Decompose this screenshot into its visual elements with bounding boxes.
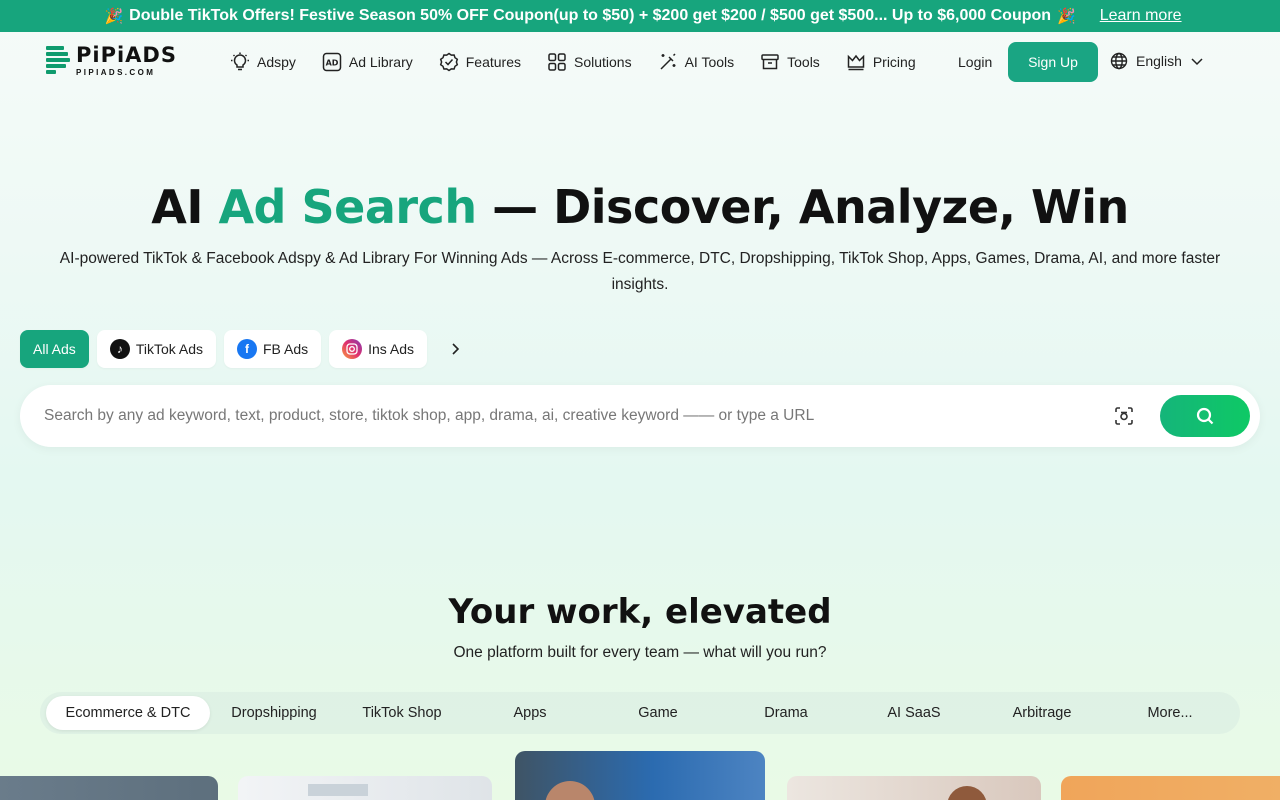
facebook-icon: f xyxy=(236,339,257,359)
preview-card-image[interactable] xyxy=(0,776,218,800)
segment-label: Drama xyxy=(764,705,808,721)
segment-arbitrage[interactable]: Arbitrage xyxy=(978,696,1106,730)
chevron-right-icon[interactable] xyxy=(447,341,463,357)
nav-label: Ad Library xyxy=(348,54,413,70)
preview-card-image[interactable] xyxy=(238,776,492,800)
nav-label: AI Tools xyxy=(684,54,735,70)
party-popper-icon: 🎉 xyxy=(1057,8,1076,25)
instagram-icon xyxy=(342,339,363,359)
party-popper-icon: 🎉 xyxy=(104,8,124,25)
tab-fb-ads[interactable]: f FB Ads xyxy=(223,330,322,368)
tab-label: Ins Ads xyxy=(368,341,415,357)
segment-game[interactable]: Game xyxy=(594,696,722,730)
ad-type-tabs: All Ads ♪ TikTok Ads f FB Ads Ins Ads xyxy=(20,330,463,368)
chevron-down-icon xyxy=(1191,58,1203,66)
grid-icon xyxy=(548,53,566,71)
section-title: Your work, elevated xyxy=(448,592,832,632)
globe-icon xyxy=(1110,52,1128,70)
learn-more-link[interactable]: Learn more xyxy=(1100,7,1182,25)
tab-all-ads[interactable]: All Ads xyxy=(20,330,89,368)
segment-apps[interactable]: Apps xyxy=(466,696,594,730)
magic-wand-icon xyxy=(660,53,676,70)
segment-label: Ecommerce & DTC xyxy=(65,705,191,721)
nav-label: Tools xyxy=(787,54,820,70)
segment-dropshipping[interactable]: Dropshipping xyxy=(210,696,338,730)
search-input[interactable] xyxy=(44,403,1104,429)
tab-label: All Ads xyxy=(33,341,76,357)
segment-label: AI SaaS xyxy=(887,705,941,721)
solution-segments: Ecommerce & DTC Dropshipping TikTok Shop… xyxy=(40,692,1240,734)
nav-item-ad-library[interactable]: AD Ad Library xyxy=(322,52,413,72)
nav-label: Features xyxy=(465,54,521,70)
lightbulb-icon xyxy=(231,52,249,71)
segment-ecommerce-dtc[interactable]: Ecommerce & DTC xyxy=(46,696,210,730)
search-button[interactable] xyxy=(1160,395,1250,437)
svg-text:AD: AD xyxy=(326,59,339,68)
preview-card-image[interactable] xyxy=(787,776,1041,800)
section-subtitle: One platform built for every team — what… xyxy=(453,644,827,661)
preview-card-image[interactable] xyxy=(515,751,765,800)
segment-more[interactable]: More... xyxy=(1106,696,1234,730)
search-bar xyxy=(20,385,1260,447)
crown-icon xyxy=(847,54,865,71)
language-label: English xyxy=(1136,53,1182,69)
segment-label: Dropshipping xyxy=(231,705,317,721)
nav-item-pricing[interactable]: Pricing xyxy=(846,52,916,72)
nav-item-ai-tools[interactable]: AI Tools xyxy=(658,52,735,72)
hero-subtitle: AI-powered TikTok & Facebook Adspy & Ad … xyxy=(59,250,1221,293)
box-icon xyxy=(761,54,779,70)
main-nav: Adspy AD Ad Library Features Solutions A… xyxy=(230,32,942,92)
tab-ins-ads[interactable]: Ins Ads xyxy=(329,330,428,368)
nav-item-features[interactable]: Features xyxy=(439,52,521,72)
nav-label: Pricing xyxy=(872,54,916,70)
hero-title-pre: AI xyxy=(151,180,219,234)
site-header: PiPiADS PIPIADS.COM Adspy AD Ad Library … xyxy=(0,32,1280,92)
nav-label: Adspy xyxy=(257,54,296,70)
preview-card-image[interactable] xyxy=(1061,776,1280,800)
nav-item-solutions[interactable]: Solutions xyxy=(547,52,632,72)
ad-icon: AD xyxy=(322,52,342,72)
segment-drama[interactable]: Drama xyxy=(722,696,850,730)
segment-label: More... xyxy=(1147,705,1193,721)
logo-mark-icon xyxy=(46,44,70,78)
logo[interactable]: PiPiADS PIPIADS.COM xyxy=(46,44,177,78)
nav-item-adspy[interactable]: Adspy xyxy=(230,52,296,72)
language-selector[interactable]: English xyxy=(1110,52,1212,70)
segment-label: TikTok Shop xyxy=(362,705,442,721)
promo-text: Double TikTok Offers! Festive Season 50%… xyxy=(129,7,1052,24)
image-search-icon[interactable] xyxy=(1114,406,1134,426)
tab-tiktok-ads[interactable]: ♪ TikTok Ads xyxy=(96,330,216,368)
segment-tiktok-shop[interactable]: TikTok Shop xyxy=(338,696,466,730)
tiktok-icon: ♪ xyxy=(109,339,130,359)
logo-name: PiPiADS xyxy=(76,43,177,67)
segment-label: Game xyxy=(638,705,678,721)
sign-up-button[interactable]: Sign Up xyxy=(1008,42,1098,82)
segment-ai-saas[interactable]: AI SaaS xyxy=(850,696,978,730)
promo-banner: 🎉 Double TikTok Offers! Festive Season 5… xyxy=(0,0,1280,32)
logo-domain: PIPIADS.COM xyxy=(76,68,156,77)
nav-label: Solutions xyxy=(573,54,632,70)
tab-label: TikTok Ads xyxy=(135,341,203,357)
nav-item-tools[interactable]: Tools xyxy=(760,52,820,72)
hero-title: AI Ad Search — Discover, Analyze, Win xyxy=(0,180,1280,234)
search-icon xyxy=(1196,407,1214,425)
hero-title-accent: Ad Search xyxy=(218,180,477,234)
tab-label: FB Ads xyxy=(262,341,309,357)
badge-check-icon xyxy=(439,52,458,72)
segment-label: Apps xyxy=(513,705,547,721)
hero-title-post: — Discover, Analyze, Win xyxy=(476,180,1129,234)
segment-label: Arbitrage xyxy=(1012,705,1072,721)
login-link[interactable]: Login xyxy=(958,54,992,70)
